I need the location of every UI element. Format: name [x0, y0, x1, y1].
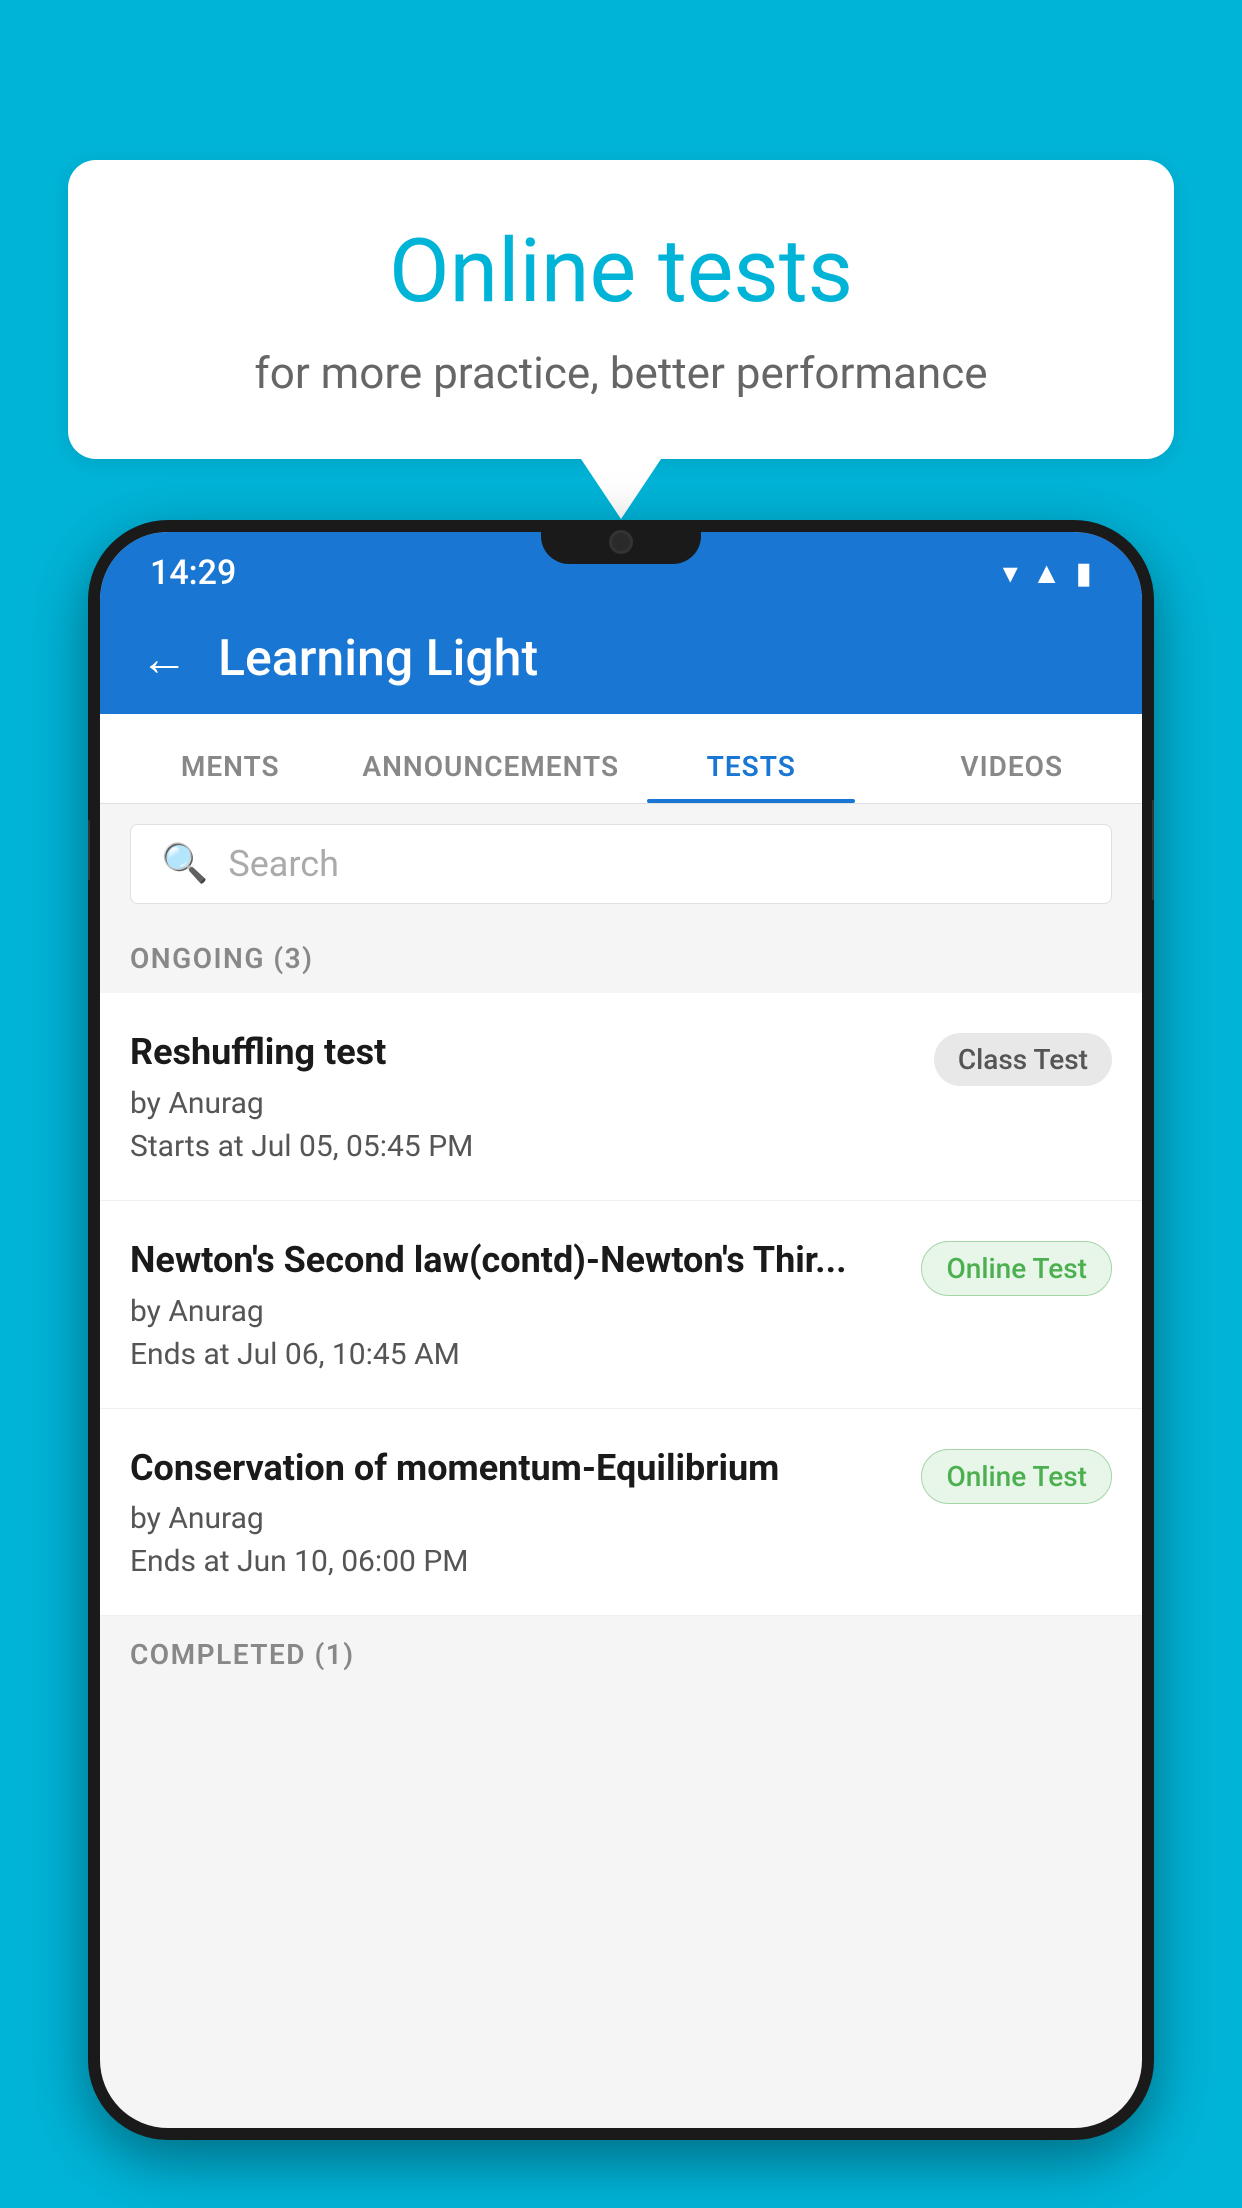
speech-bubble: Online tests for more practice, better p… — [68, 160, 1174, 459]
search-container: 🔍 Search — [100, 804, 1142, 924]
test-item[interactable]: Reshuffling test by Anurag Starts at Jul… — [100, 993, 1142, 1201]
status-icons: ▾ ▲ ▮ — [1003, 556, 1092, 591]
speech-bubble-section: Online tests for more practice, better p… — [68, 160, 1174, 519]
search-icon: 🔍 — [161, 842, 208, 886]
test-author: by Anurag — [130, 1086, 914, 1121]
phone-frame: 14:29 ▾ ▲ ▮ ← Learning Light MENTS ANNOU… — [88, 520, 1154, 2140]
test-author: by Anurag — [130, 1501, 901, 1536]
app-title: Learning Light — [218, 630, 538, 688]
phone-side-btn-right — [1152, 800, 1154, 900]
test-author: by Anurag — [130, 1294, 901, 1329]
app-header: ← Learning Light — [100, 604, 1142, 714]
tab-announcements[interactable]: ANNOUNCEMENTS — [361, 750, 622, 803]
speech-bubble-arrow — [581, 459, 661, 519]
test-time: Starts at Jul 05, 05:45 PM — [130, 1129, 914, 1164]
speech-bubble-title: Online tests — [138, 220, 1104, 323]
test-time: Ends at Jul 06, 10:45 AM — [130, 1337, 901, 1372]
test-name: Reshuffling test — [130, 1029, 914, 1076]
phone-side-btn-left — [88, 820, 90, 880]
test-info: Newton's Second law(contd)-Newton's Thir… — [130, 1237, 901, 1372]
search-bar[interactable]: 🔍 Search — [130, 824, 1112, 904]
phone-screen: 14:29 ▾ ▲ ▮ ← Learning Light MENTS ANNOU… — [100, 532, 1142, 2128]
ongoing-section-header: ONGOING (3) — [100, 924, 1142, 993]
test-badge-class: Class Test — [934, 1033, 1112, 1086]
battery-icon: ▮ — [1075, 556, 1092, 591]
speech-bubble-subtitle: for more practice, better performance — [138, 347, 1104, 399]
test-item[interactable]: Newton's Second law(contd)-Newton's Thir… — [100, 1201, 1142, 1409]
test-badge-online: Online Test — [921, 1241, 1112, 1296]
tab-ments[interactable]: MENTS — [100, 750, 361, 803]
test-name: Newton's Second law(contd)-Newton's Thir… — [130, 1237, 901, 1284]
phone-camera — [609, 530, 633, 554]
tabs-container: MENTS ANNOUNCEMENTS TESTS VIDEOS — [100, 714, 1142, 804]
test-item[interactable]: Conservation of momentum-Equilibrium by … — [100, 1409, 1142, 1617]
test-time: Ends at Jun 10, 06:00 PM — [130, 1544, 901, 1579]
signal-icon: ▲ — [1032, 556, 1062, 591]
wifi-icon: ▾ — [1003, 556, 1018, 591]
tab-videos[interactable]: VIDEOS — [882, 750, 1143, 803]
phone-container: 14:29 ▾ ▲ ▮ ← Learning Light MENTS ANNOU… — [88, 520, 1154, 2208]
test-info: Conservation of momentum-Equilibrium by … — [130, 1445, 901, 1580]
test-name: Conservation of momentum-Equilibrium — [130, 1445, 901, 1492]
test-badge-online: Online Test — [921, 1449, 1112, 1504]
completed-section-header: COMPLETED (1) — [100, 1620, 1142, 1689]
search-placeholder: Search — [228, 843, 339, 885]
back-button[interactable]: ← — [140, 635, 188, 683]
status-time: 14:29 — [150, 553, 236, 593]
tab-tests[interactable]: TESTS — [621, 750, 882, 803]
phone-notch — [541, 520, 701, 564]
tests-list: Reshuffling test by Anurag Starts at Jul… — [100, 993, 1142, 1616]
test-info: Reshuffling test by Anurag Starts at Jul… — [130, 1029, 914, 1164]
